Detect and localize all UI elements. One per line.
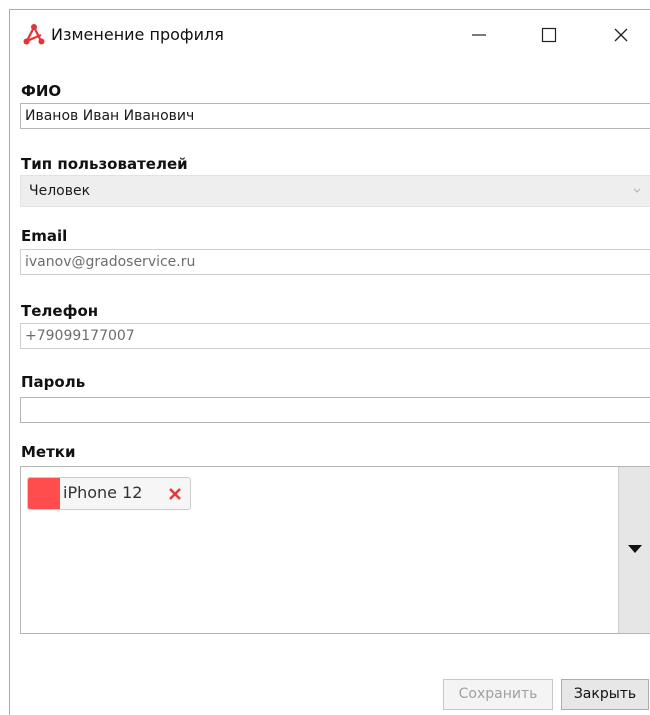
tags-dropdown-button[interactable] xyxy=(618,467,650,633)
user-type-label: Тип пользователей xyxy=(21,155,188,173)
fio-label: ФИО xyxy=(21,82,62,100)
chevron-down-icon xyxy=(633,188,641,193)
caret-down-icon xyxy=(628,545,642,553)
tag-chip: iPhone 12 xyxy=(27,477,191,510)
remove-tag-icon[interactable] xyxy=(167,486,183,502)
email-field[interactable]: ivanov@gradoservice.ru xyxy=(20,249,650,275)
password-label: Пароль xyxy=(21,373,86,391)
close-button[interactable]: Закрыть xyxy=(561,679,649,710)
user-type-select[interactable]: Человек xyxy=(20,175,650,207)
maximize-button[interactable] xyxy=(526,18,572,52)
phone-field[interactable]: +79099177007 xyxy=(20,323,650,349)
minimize-icon xyxy=(472,34,486,36)
email-label: Email xyxy=(21,227,68,245)
tags-multiselect[interactable]: iPhone 12 xyxy=(20,466,650,634)
user-type-value: Человек xyxy=(29,183,91,199)
save-button[interactable]: Сохранить xyxy=(443,679,553,710)
close-icon xyxy=(614,28,628,42)
app-logo-icon xyxy=(22,23,46,47)
phone-label: Телефон xyxy=(21,302,99,320)
password-field[interactable] xyxy=(20,397,650,423)
close-window-button[interactable] xyxy=(598,18,644,52)
profile-dialog: Изменение профиля ФИО Иванов Иван Иванов… xyxy=(9,9,650,715)
minimize-button[interactable] xyxy=(456,18,502,52)
tags-label: Метки xyxy=(21,443,76,461)
title-bar: Изменение профиля xyxy=(10,10,650,66)
tag-label: iPhone 12 xyxy=(63,483,143,502)
fio-input[interactable]: Иванов Иван Иванович xyxy=(20,103,650,129)
maximize-icon xyxy=(541,27,557,43)
window-title: Изменение профиля xyxy=(51,25,224,44)
tag-color-swatch xyxy=(28,478,60,509)
